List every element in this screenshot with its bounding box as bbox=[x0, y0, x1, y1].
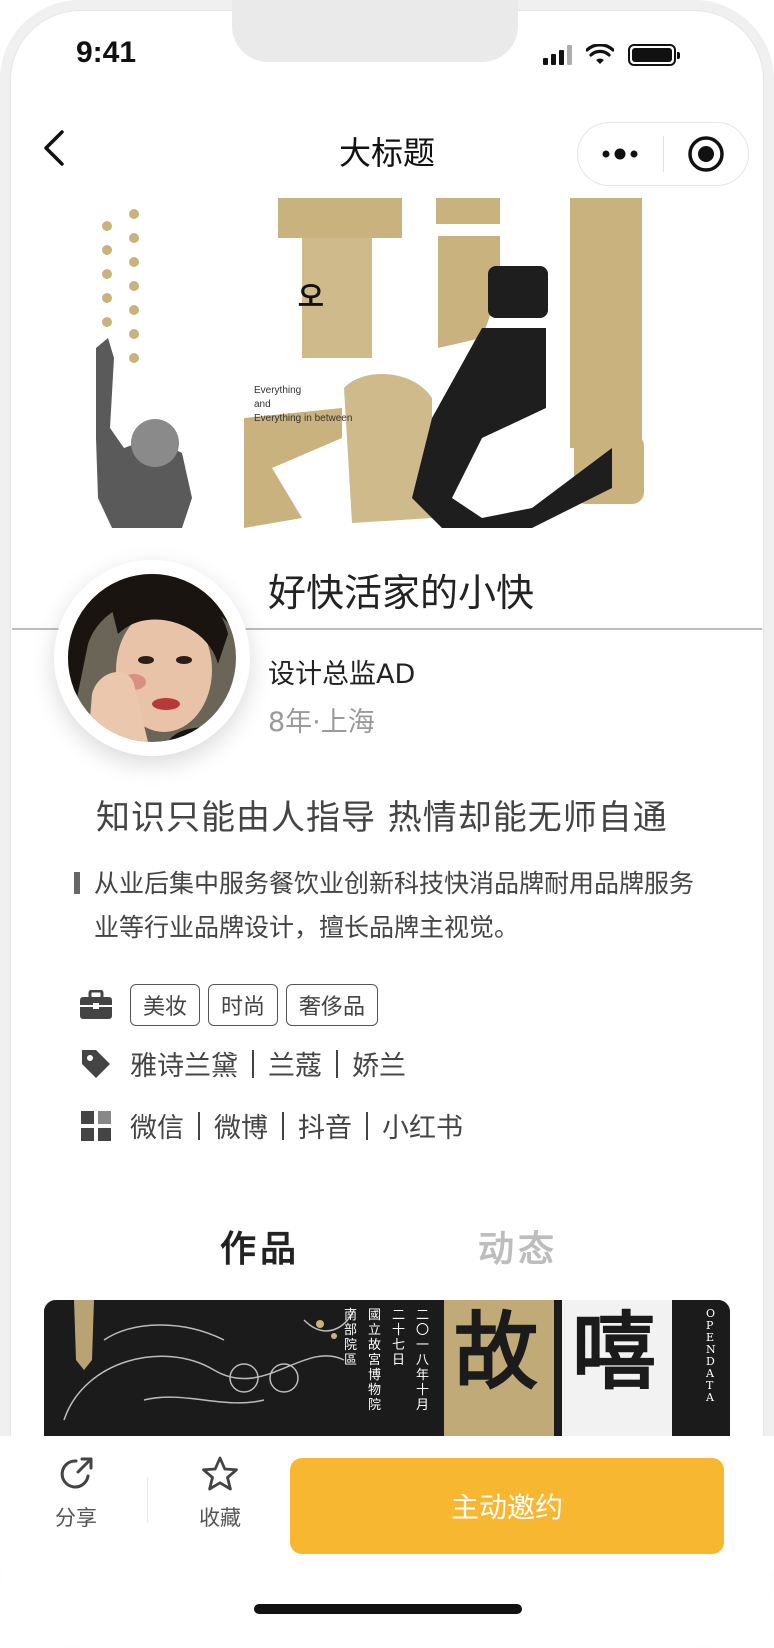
share-icon bbox=[60, 1457, 93, 1489]
platform-item: 微信 bbox=[130, 1113, 184, 1144]
industries-row: 美妆 时尚 奢侈品 bbox=[78, 984, 386, 1026]
cover-tagline-line: and bbox=[254, 399, 271, 410]
work-card-text-col: 南部院區 bbox=[344, 1308, 358, 1368]
avatar-image bbox=[68, 574, 236, 742]
cover-tagline: Everything and Everything in between bbox=[254, 384, 352, 426]
motto: 知识只能由人指导 热情却能无师自通 bbox=[96, 798, 668, 838]
work-card[interactable]: 南部院區 國立故宮博物院 二十七日 二〇一八年十月 故 嘻 OPEN DATA bbox=[44, 1300, 730, 1440]
wifi-icon bbox=[586, 44, 614, 64]
work-card-big-char: 故 bbox=[454, 1303, 539, 1401]
brand-item: 娇兰 bbox=[352, 1051, 406, 1082]
more-button[interactable] bbox=[578, 147, 663, 161]
svg-text:오: 오 bbox=[298, 280, 324, 313]
brands-row: 雅诗兰黛 兰蔻 娇兰 bbox=[78, 1044, 406, 1083]
profile-name: 好快活家的小快 bbox=[268, 571, 535, 615]
bottom-action-bar: 分享 收藏 主动邀约 bbox=[0, 1436, 774, 1648]
industry-tag: 奢侈品 bbox=[286, 984, 379, 1026]
platforms-row: 微信 微博 抖音 小红书 bbox=[78, 1106, 463, 1145]
brand-item: 雅诗兰黛 bbox=[130, 1051, 238, 1082]
cover-tagline-line: Everything in between bbox=[254, 413, 353, 424]
avatar-portrait bbox=[68, 574, 236, 742]
work-card-text-col: 國立故宮博物院 bbox=[368, 1308, 382, 1413]
more-icon bbox=[602, 148, 638, 160]
home-indicator[interactable] bbox=[254, 1604, 522, 1614]
cover-tagline-line: Everything bbox=[254, 385, 302, 396]
favorite-label: 收藏 bbox=[199, 1506, 241, 1530]
avatar[interactable] bbox=[54, 560, 250, 756]
briefcase-icon bbox=[78, 987, 114, 1023]
brand-item: 兰蔻 bbox=[268, 1051, 322, 1082]
platform-item: 抖音 bbox=[298, 1113, 352, 1144]
share-label: 分享 bbox=[55, 1506, 97, 1530]
work-card-big-char: 嘻 bbox=[572, 1303, 657, 1401]
apps-icon bbox=[78, 1108, 114, 1144]
star-icon bbox=[202, 1456, 238, 1491]
bottom-divider bbox=[147, 1478, 148, 1522]
separator bbox=[198, 1111, 200, 1140]
battery-icon bbox=[628, 44, 680, 66]
status-icons bbox=[543, 44, 680, 66]
favorite-button[interactable]: 收藏 bbox=[180, 1456, 260, 1532]
platform-item: 微博 bbox=[214, 1113, 268, 1144]
platform-list: 微信 微博 抖音 小红书 bbox=[130, 1106, 463, 1145]
brand-list: 雅诗兰黛 兰蔻 娇兰 bbox=[130, 1044, 406, 1083]
status-time: 9:41 bbox=[76, 36, 137, 69]
share-button[interactable]: 分享 bbox=[36, 1456, 116, 1532]
industry-tag: 时尚 bbox=[208, 984, 279, 1026]
mini-program-capsule bbox=[577, 122, 749, 186]
content-tabs: 作品 动态 bbox=[0, 1216, 774, 1276]
phone-screen: 9:41 大标题 오 Everything and Everything in … bbox=[0, 0, 774, 1648]
separator bbox=[336, 1049, 338, 1078]
profile-meta: 8年·上海 bbox=[268, 707, 375, 738]
signal-icon bbox=[543, 45, 572, 65]
platform-item: 小红书 bbox=[382, 1113, 463, 1144]
close-mini-program-button[interactable] bbox=[664, 135, 749, 173]
separator bbox=[252, 1049, 254, 1078]
work-card-text-col: 二十七日 bbox=[392, 1308, 406, 1368]
industry-tag: 美妆 bbox=[130, 984, 201, 1026]
tag-icon bbox=[78, 1046, 114, 1082]
separator bbox=[366, 1111, 368, 1140]
notch bbox=[232, 0, 518, 62]
bio: 从业后集中服务餐饮业创新科技快消品牌耐用品牌服务业等行业品牌设计，擅长品牌主视觉… bbox=[94, 869, 695, 942]
invite-button[interactable]: 主动邀约 bbox=[290, 1458, 724, 1554]
tab-works[interactable]: 作品 bbox=[220, 1220, 300, 1272]
work-card-text-col: 二〇一八年十月 bbox=[416, 1308, 430, 1413]
work-card-side-text: OPEN DATA bbox=[706, 1307, 716, 1404]
tab-posts[interactable]: 动态 bbox=[478, 1220, 558, 1272]
target-icon bbox=[688, 136, 724, 172]
profile-role: 设计总监AD bbox=[268, 659, 416, 690]
separator bbox=[282, 1111, 284, 1140]
